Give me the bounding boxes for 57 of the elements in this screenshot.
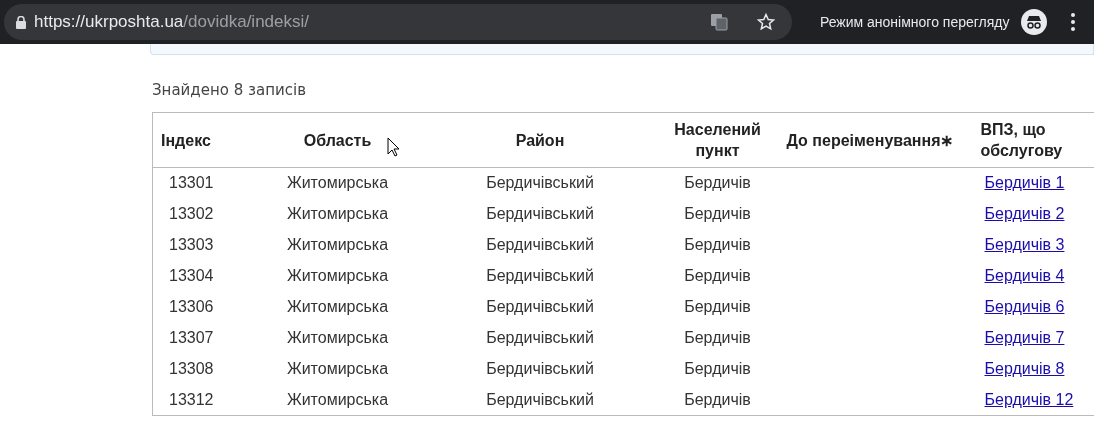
table-cell: Житомирська: [262, 167, 413, 199]
table-cell-text: Бердичівський: [485, 297, 595, 317]
table-cell: 13306: [152, 291, 263, 323]
post-office-link[interactable]: Бердичів 1: [984, 174, 1065, 192]
table-cell: Бердичів: [667, 384, 768, 416]
table-cell-text: Бердичівський: [485, 266, 595, 286]
table-cell: Бердичівський: [412, 384, 668, 416]
table-cell: 13302: [152, 198, 263, 230]
table-cell-text: Житомирська: [285, 204, 390, 224]
post-office-link[interactable]: Бердичів 4: [984, 267, 1065, 284]
translate-icon[interactable]: [710, 13, 728, 31]
table-cell: 13301: [152, 167, 263, 199]
address-bar[interactable]: https://ukrposhta.ua/dovidka/indeksi/: [4, 4, 792, 40]
table-cell-text: Житомирська: [285, 359, 390, 379]
post-office-link[interactable]: Бердичів 7: [984, 329, 1065, 346]
post-office-link[interactable]: Бердичів 8: [984, 360, 1065, 377]
lock-icon: [16, 15, 26, 29]
url-host: https://ukrposhta.ua: [34, 12, 184, 32]
table-cell: 13307: [152, 322, 263, 354]
table-cell: 13312: [152, 384, 263, 416]
results-count: Знайдено 8 записів: [152, 80, 307, 101]
column-header: До переіменування∗: [786, 131, 954, 149]
table-cell-text: Бердичівський: [485, 204, 595, 224]
cursor-icon: [387, 137, 400, 157]
column-header: ВПЗ, що обслугову: [980, 121, 1063, 159]
incognito-icon[interactable]: [1021, 9, 1048, 35]
star-icon[interactable]: [756, 12, 776, 32]
table-cell-text: Бердичів: [683, 204, 752, 224]
table-cell-text: Бердичів: [683, 297, 752, 317]
table-cell-text: Бердичів: [683, 328, 752, 348]
table-cell-text: Бердичів: [683, 235, 752, 255]
column-header: Район: [515, 131, 565, 149]
column-header: Індекс: [161, 131, 211, 149]
table-cell-text: Бердичів: [683, 359, 752, 379]
column-header: Область: [303, 131, 372, 149]
table-cell: 13304: [152, 260, 263, 292]
table-cell-text: Житомирська: [285, 297, 390, 317]
incognito-label: Режим анонімного перегляду: [820, 12, 1010, 32]
table-cell-text: Житомирська: [285, 266, 390, 286]
post-office-link[interactable]: Бердичів 2: [984, 205, 1065, 222]
table-cell-text: Бердичівський: [485, 359, 595, 379]
table-cell-text: Бердичів: [683, 266, 752, 286]
table-cell: Бердичівський: [412, 167, 668, 199]
post-office-link[interactable]: Бердичів 6: [984, 298, 1065, 315]
url-path: /dovidka/indeksi/: [183, 12, 309, 32]
table-cell: Житомирська: [262, 384, 413, 416]
column-header: Населений пункт: [674, 121, 761, 159]
table-cell-text: Житомирська: [285, 328, 390, 348]
table-cell: 13303: [152, 229, 263, 261]
table-cell-text: Бердичівський: [485, 328, 595, 348]
post-office-link[interactable]: Бердичів 3: [984, 236, 1065, 253]
table-cell-text: Бердичівський: [485, 235, 595, 255]
table-cell-text: Житомирська: [285, 235, 390, 255]
table-cell: 13308: [152, 353, 263, 385]
post-office-link[interactable]: Бердичів 12: [984, 390, 1074, 408]
menu-icon[interactable]: [1071, 13, 1076, 31]
table-cell: Бердичів: [667, 167, 768, 199]
